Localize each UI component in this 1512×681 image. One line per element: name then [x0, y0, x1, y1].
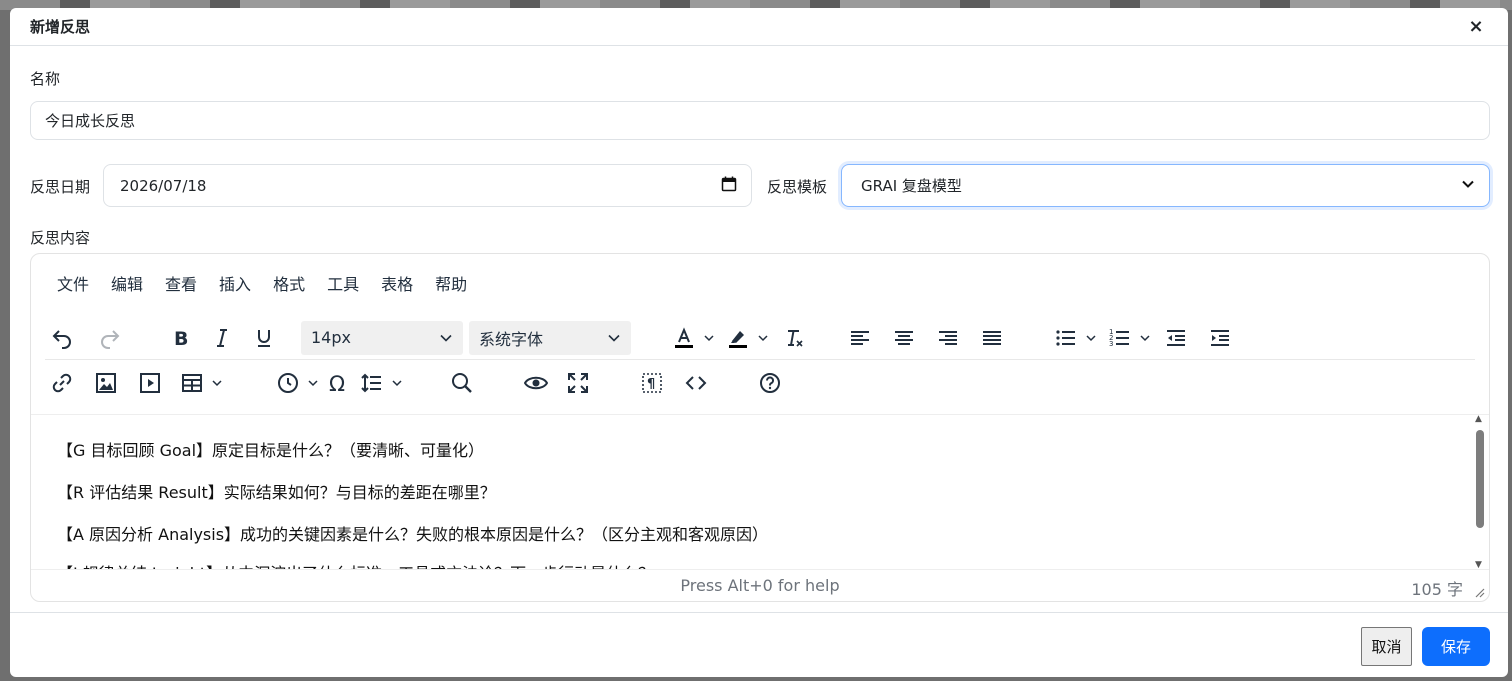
bullet-list-icon[interactable] [1049, 321, 1083, 355]
svg-text:Ω: Ω [329, 372, 345, 395]
link-icon[interactable] [45, 366, 79, 400]
source-code-icon[interactable] [679, 366, 713, 400]
font-family-select[interactable]: 系统字体 [469, 320, 631, 355]
add-reflection-modal: 新增反思 × 名称 今日成长反思 反思日期 2026/07/18 反思模板 GR… [10, 8, 1508, 677]
modal-footer: 取消 保存 [10, 612, 1508, 677]
redo-icon[interactable] [93, 321, 127, 355]
special-character-icon[interactable]: Ω [321, 366, 355, 400]
align-justify-icon[interactable] [975, 321, 1009, 355]
calendar-icon[interactable] [721, 176, 737, 196]
font-size-select[interactable]: 14px [301, 320, 463, 355]
fullscreen-icon[interactable] [561, 366, 595, 400]
menu-format[interactable]: 格式 [273, 271, 305, 295]
editor-scrollbar[interactable]: ▲ ▼ [1473, 414, 1487, 570]
date-label: 反思日期 [30, 178, 91, 196]
date-input-value: 2026/07/18 [120, 176, 207, 195]
template-select[interactable]: GRAI 复盘模型 [841, 164, 1490, 207]
text-color-caret-icon[interactable] [701, 321, 717, 355]
menu-insert[interactable]: 插入 [219, 271, 251, 295]
editor-toolbar-secondary: Ω ¶ [45, 363, 1475, 403]
table-icon[interactable] [175, 366, 209, 400]
scroll-up-arrow-icon[interactable]: ▲ [1475, 414, 1482, 424]
highlight-color-icon[interactable] [721, 321, 755, 355]
menu-help[interactable]: 帮助 [435, 271, 467, 295]
word-count: 105 字 [1411, 580, 1463, 599]
underline-icon[interactable] [247, 321, 281, 355]
editor-content[interactable]: 【G 目标回顾 Goal】原定目标是什么？（要清晰、可量化） 【R 评估结果 R… [31, 414, 1489, 570]
numbered-list-caret-icon[interactable] [1137, 321, 1153, 355]
content-line-goal: 【G 目标回顾 Goal】原定目标是什么？（要清晰、可量化） [57, 441, 485, 460]
content-line-result: 【R 评估结果 Result】实际结果如何？与目标的差距在哪里？ [57, 483, 496, 502]
svg-text:¶: ¶ [647, 377, 655, 392]
help-icon[interactable] [753, 366, 787, 400]
modal-header: 新增反思 × [10, 8, 1508, 46]
media-icon[interactable] [133, 366, 167, 400]
save-button[interactable]: 保存 [1422, 627, 1490, 666]
highlight-color-caret-icon[interactable] [755, 321, 771, 355]
bullet-list-caret-icon[interactable] [1083, 321, 1099, 355]
datetime-icon[interactable] [271, 366, 305, 400]
scroll-thumb[interactable] [1476, 430, 1484, 528]
name-input[interactable]: 今日成长反思 [30, 101, 1490, 140]
font-family-value: 系统字体 [479, 329, 544, 349]
editor-menubar: 文件 编辑 查看 插入 格式 工具 表格 帮助 [57, 271, 467, 295]
clear-formatting-icon[interactable] [777, 321, 811, 355]
search-icon[interactable] [445, 366, 479, 400]
modal-title: 新增反思 [30, 18, 91, 36]
name-label: 名称 [30, 70, 61, 88]
menu-edit[interactable]: 编辑 [111, 271, 143, 295]
content-label: 反思内容 [30, 229, 91, 247]
undo-icon[interactable] [45, 321, 79, 355]
editor-toolbar-primary: B 14px 系统字体 1 2 3 [45, 316, 1475, 360]
outdent-icon[interactable] [1159, 321, 1193, 355]
align-right-icon[interactable] [931, 321, 965, 355]
table-caret-icon[interactable] [209, 366, 225, 400]
content-line-analysis: 【A 原因分析 Analysis】成功的关键因素是什么？失败的根本原因是什么？（… [57, 525, 769, 544]
preview-eye-icon[interactable] [519, 366, 553, 400]
italic-icon[interactable] [205, 321, 239, 355]
indent-icon[interactable] [1203, 321, 1237, 355]
align-left-icon[interactable] [843, 321, 877, 355]
editor-statusbar: Press Alt+0 for help 105 字 [31, 569, 1489, 601]
menu-table[interactable]: 表格 [381, 271, 413, 295]
close-icon[interactable]: × [1466, 16, 1486, 37]
template-select-value: GRAI 复盘模型 [861, 177, 962, 195]
menu-view[interactable]: 查看 [165, 271, 197, 295]
font-size-value: 14px [311, 328, 351, 347]
menu-tools[interactable]: 工具 [327, 271, 359, 295]
svg-text:3: 3 [1109, 340, 1113, 348]
name-input-value: 今日成长反思 [45, 112, 136, 130]
resize-handle-icon[interactable] [1473, 583, 1485, 598]
visual-blocks-icon[interactable]: ¶ [635, 366, 669, 400]
chevron-down-icon [440, 334, 452, 342]
text-color-icon[interactable] [667, 321, 701, 355]
align-center-icon[interactable] [887, 321, 921, 355]
image-icon[interactable] [89, 366, 123, 400]
chevron-down-icon [608, 334, 620, 342]
template-label: 反思模板 [767, 178, 828, 196]
date-input[interactable]: 2026/07/18 [103, 164, 752, 207]
help-hint: Press Alt+0 for help [680, 576, 840, 595]
datetime-caret-icon[interactable] [305, 366, 321, 400]
svg-text:B: B [174, 328, 188, 350]
cancel-button[interactable]: 取消 [1361, 627, 1412, 666]
line-height-caret-icon[interactable] [389, 366, 405, 400]
rich-text-editor: 文件 编辑 查看 插入 格式 工具 表格 帮助 B 14px 系统字体 1 2 … [30, 253, 1490, 602]
numbered-list-icon[interactable]: 123 [1103, 321, 1137, 355]
menu-file[interactable]: 文件 [57, 271, 89, 295]
bold-icon[interactable]: B [163, 321, 197, 355]
chevron-down-icon [1461, 177, 1475, 195]
line-height-icon[interactable] [355, 366, 389, 400]
